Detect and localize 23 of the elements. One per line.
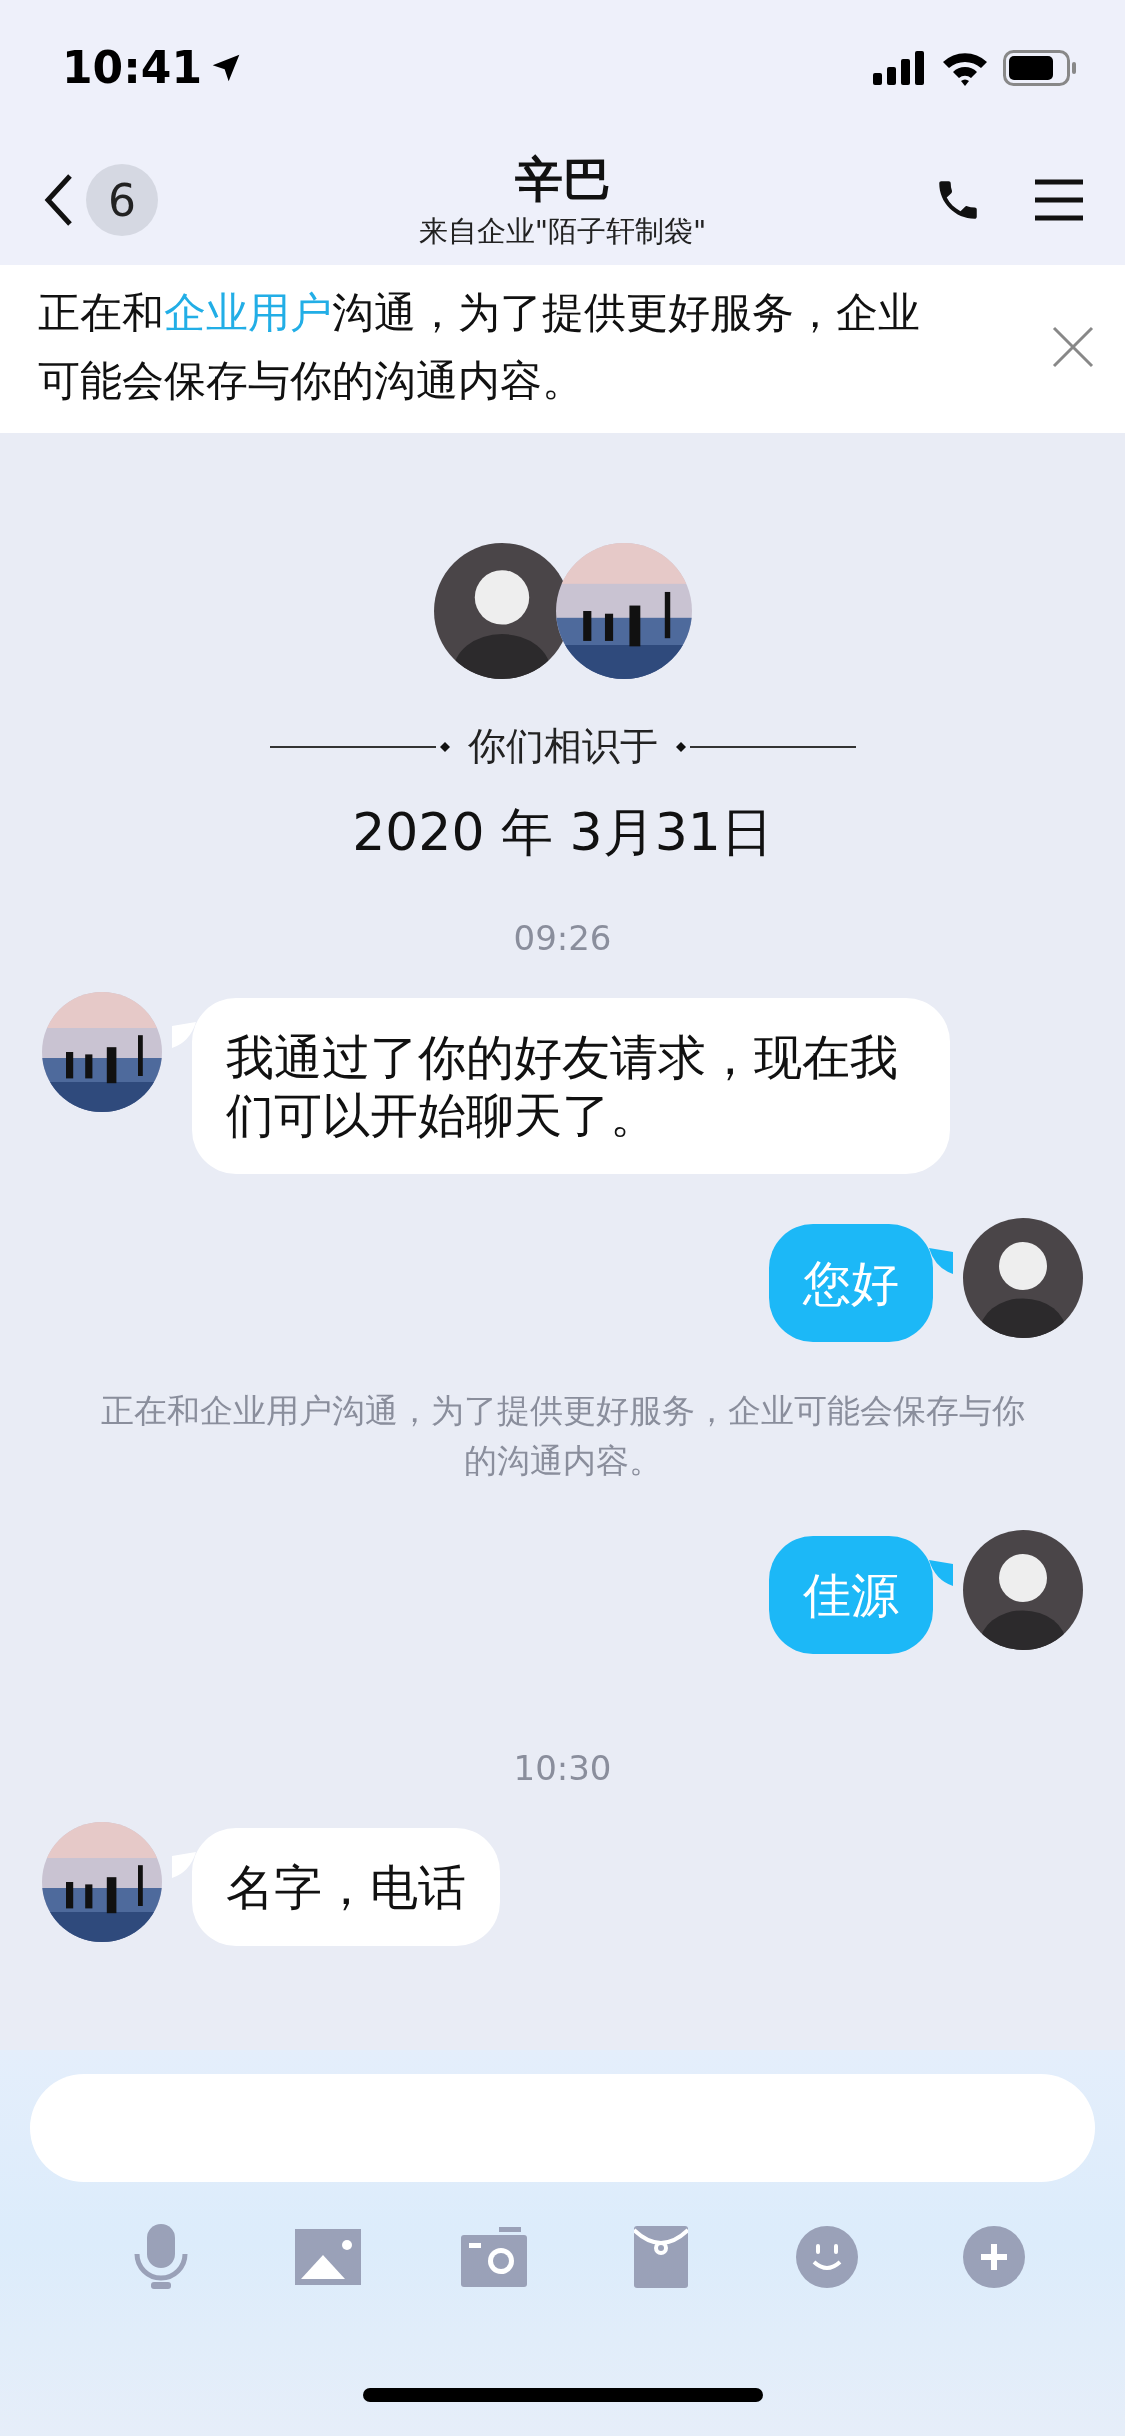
camera-icon (461, 2227, 528, 2287)
chat-title: 辛巴 (514, 150, 611, 209)
timestamp: 09:26 (512, 918, 613, 958)
bubble-tail (929, 1560, 953, 1586)
met-since-date: 2020 年 3月31日 (351, 801, 774, 864)
close-icon[interactable] (1051, 325, 1095, 369)
bubble-tail (929, 1248, 953, 1274)
timestamp: 10:30 (512, 1748, 613, 1788)
unread-count-badge: 6 (86, 164, 158, 236)
chat-subtitle: 来自企业"陌子轩制袋" (418, 213, 707, 250)
notice-text: 正在和企业用户沟通，为了提供更好服务，企业可能会保存与你的沟通内容。 (38, 287, 921, 407)
image-icon (294, 2229, 361, 2285)
smiley-icon (796, 2226, 859, 2288)
menu-icon[interactable] (1033, 178, 1085, 222)
met-since-label: 你们相识于 (467, 723, 658, 770)
envelope-icon (633, 2226, 688, 2288)
microphone-icon (133, 2224, 189, 2290)
plus-icon (962, 2226, 1025, 2288)
notice-link[interactable]: 企业用户 (164, 288, 332, 337)
battery-icon (1003, 49, 1077, 86)
status-time: 10:41 (62, 42, 203, 93)
signal-icon (873, 50, 927, 85)
system-notice: 正在和企业用户沟通，为了提供更好服务，企业可能会保存与你的沟通内容。 (99, 1390, 1026, 1482)
